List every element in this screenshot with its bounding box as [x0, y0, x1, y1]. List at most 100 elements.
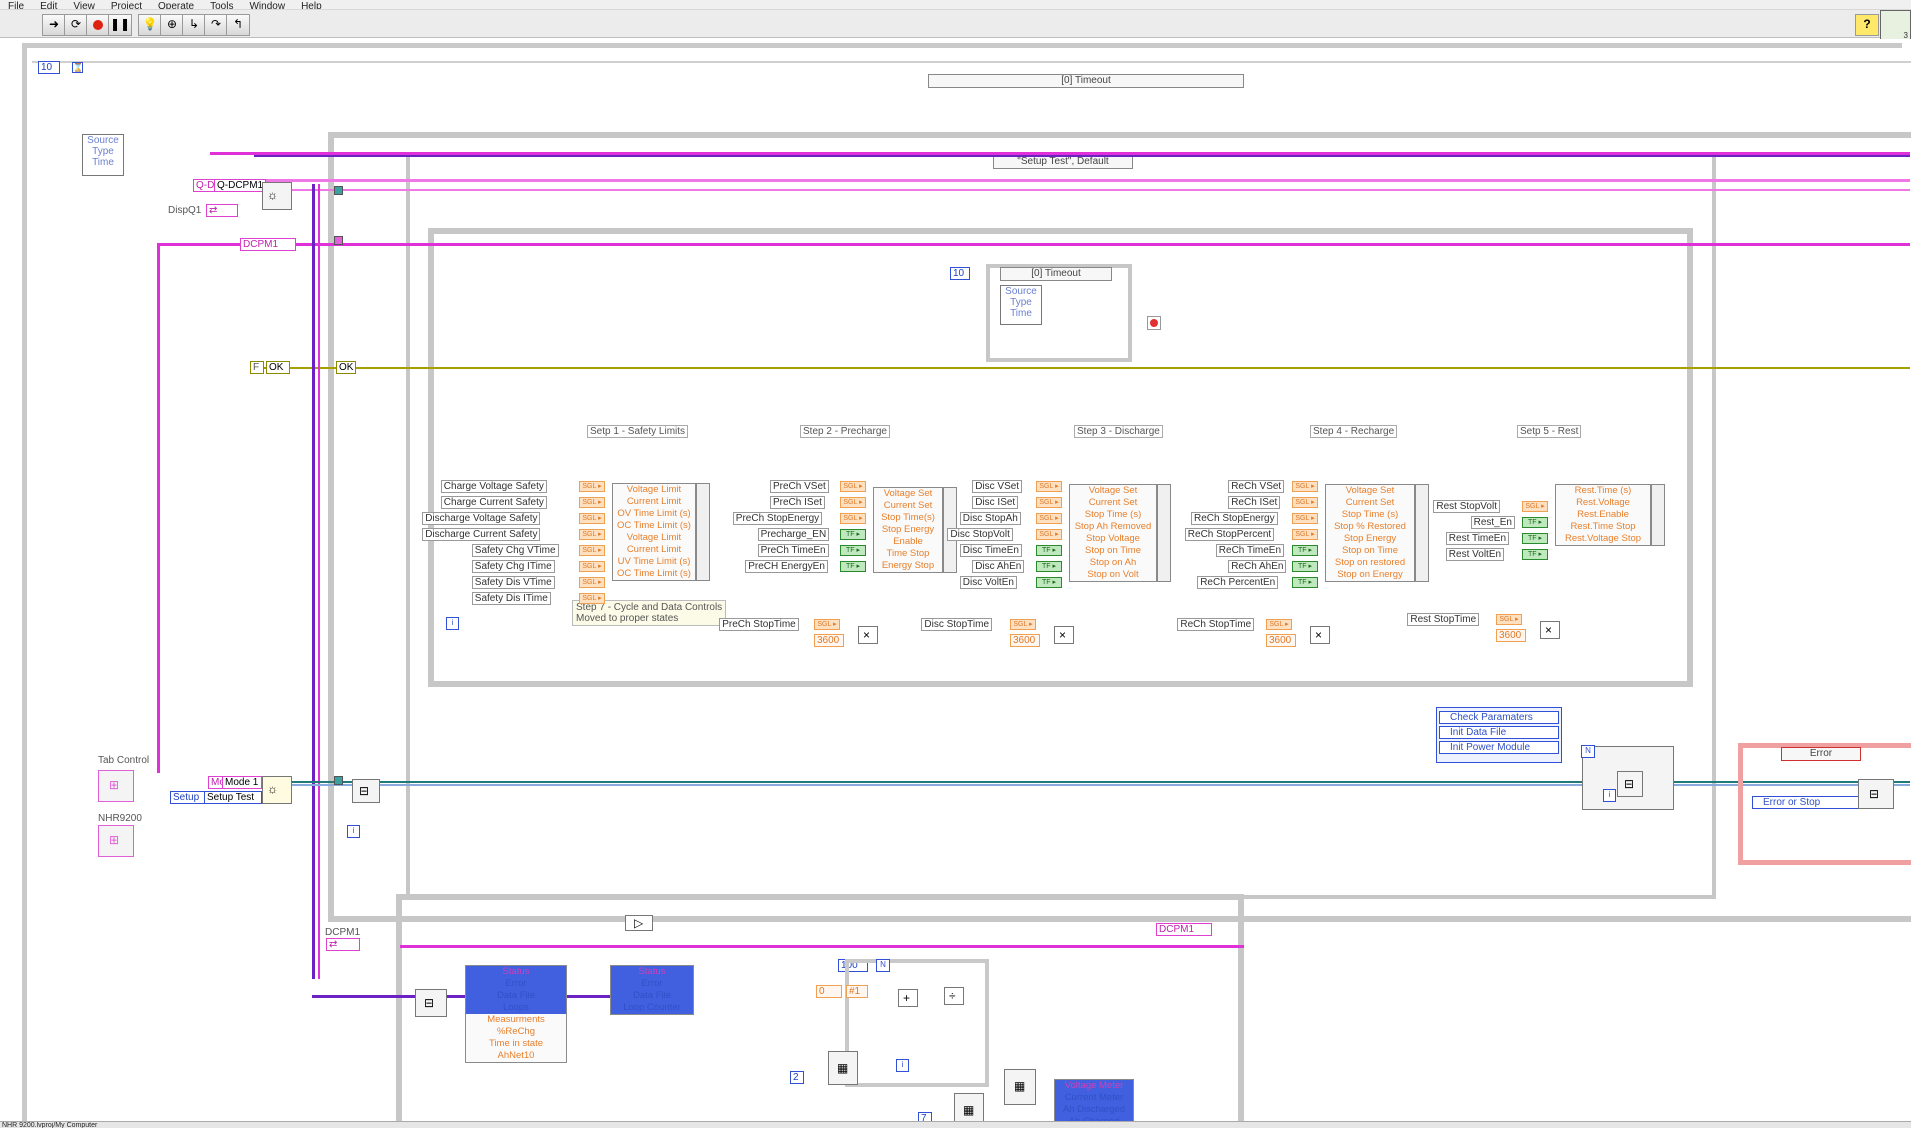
step-3-input[interactable]: Disc VSet	[972, 480, 1023, 493]
unbundle-left-row: %ReChg	[496, 1026, 536, 1037]
step-1-input[interactable]: Discharge Current Safety	[422, 528, 541, 541]
step-4-input[interactable]: ReCh ISet	[1228, 496, 1281, 509]
tab-control-terminal[interactable]: ⊞	[98, 770, 134, 802]
step-4-3600[interactable]: 3600	[1266, 634, 1296, 647]
step-2-input[interactable]: PreCH EnergyEn	[745, 560, 828, 573]
mode-const[interactable]: Mode 1	[222, 776, 262, 789]
menu-project[interactable]: Project	[111, 2, 142, 10]
queue-ref-const[interactable]: Q-DCPM1	[214, 179, 266, 192]
menu-window[interactable]: Window	[249, 2, 285, 10]
step-1-input[interactable]: Safety Dis VTime	[471, 576, 555, 589]
lower-dcpm-right[interactable]: DCPM1	[1156, 923, 1212, 936]
step-3-input[interactable]: Disc VoltEn	[959, 576, 1017, 589]
step-3-3600[interactable]: 3600	[1010, 634, 1040, 647]
lower-dcpm-ref[interactable]: ⇄	[326, 938, 360, 951]
setup-enum-const[interactable]: Setup Test	[204, 791, 262, 804]
step-4-input[interactable]: ReCh StopEnergy	[1191, 512, 1278, 525]
const-zero[interactable]: 0	[816, 985, 842, 998]
step-5-input[interactable]: Rest TimeEn	[1445, 532, 1510, 545]
step-1-input[interactable]: Safety Chg VTime	[471, 544, 559, 557]
stop-button-icon[interactable]	[1147, 316, 1161, 330]
step-4-stop-time[interactable]: ReCh StopTime	[1177, 618, 1255, 631]
step-4-input[interactable]: ReCh AhEn	[1228, 560, 1287, 573]
case-selector[interactable]: "Setup Test", Default	[993, 155, 1133, 169]
step-3-stop-time[interactable]: Disc StopTime	[921, 618, 993, 631]
error-case-selector[interactable]: Error	[1781, 747, 1861, 761]
step-3-input[interactable]: Disc TimeEn	[959, 544, 1022, 557]
step-1-input[interactable]: Charge Current Safety	[440, 496, 547, 509]
tunnel-1	[334, 186, 343, 195]
event-data-type: Type	[92, 146, 114, 157]
help-icon[interactable]: ?	[1855, 14, 1879, 36]
step-5-input[interactable]: Rest StopVolt	[1433, 500, 1500, 513]
enqueue-node: ☼	[262, 776, 292, 804]
compare-node: ▷	[625, 915, 653, 931]
nhr-terminal[interactable]: ⊞	[98, 825, 134, 857]
const-two[interactable]: 2	[790, 1071, 804, 1084]
run-continuously-icon[interactable]: ⟳	[64, 14, 88, 36]
step-5-stop-time[interactable]: Rest StopTime	[1407, 613, 1480, 626]
step-4-terminal: SGL ▸	[1292, 481, 1318, 492]
step-2-input[interactable]: PreCh VSet	[770, 480, 829, 493]
error-stop-enum[interactable]: Error or Stop	[1752, 796, 1864, 809]
step-title-1: Setp 1 - Safety Limits	[587, 425, 689, 438]
step-5-field: Rest.Time (s)	[1574, 485, 1632, 496]
menu-tools[interactable]: Tools	[210, 2, 233, 10]
step-2-input[interactable]: PreCh TimeEn	[757, 544, 829, 557]
abort-icon[interactable]	[86, 14, 110, 36]
event-selector[interactable]: [0] Timeout	[928, 74, 1244, 88]
menu-file[interactable]: File	[8, 2, 24, 10]
menu-view[interactable]: View	[73, 2, 95, 10]
next-states-array[interactable]: Check Paramaters Init Data File Init Pow…	[1436, 707, 1562, 763]
inner-event-selector[interactable]: [0] Timeout	[1000, 267, 1112, 281]
highlight-execution-icon[interactable]: 💡	[138, 14, 162, 36]
step-2-terminal: SGL ▸	[840, 481, 866, 492]
step-4-input[interactable]: ReCh VSet	[1228, 480, 1285, 493]
step-2-3600[interactable]: 3600	[814, 634, 844, 647]
step-2-input[interactable]: PreCh ISet	[770, 496, 825, 509]
step-5-input[interactable]: Rest_En	[1470, 516, 1515, 529]
step-3-input[interactable]: Disc StopVolt	[947, 528, 1013, 541]
divide-icon: ÷	[949, 989, 956, 1003]
step-1-input[interactable]: Charge Voltage Safety	[440, 480, 547, 493]
step-4-input[interactable]: ReCh TimeEn	[1215, 544, 1285, 557]
block-diagram[interactable]: 10 ⌛ [0] Timeout Source Type Time "Setup…	[0, 39, 1911, 1121]
step-4-input[interactable]: ReCh StopPercent	[1184, 528, 1275, 541]
ok-bool-const[interactable]: F	[250, 361, 264, 374]
step-1-input[interactable]: Safety Chg ITime	[471, 560, 555, 573]
toolbar: ➜ ⟳ ❚❚ 💡 ⊕ ↳ ↷ ↰ ? 3	[0, 10, 1911, 48]
inner-loop-const[interactable]: 10	[950, 267, 970, 280]
step-4-input[interactable]: ReCh PercentEn	[1197, 576, 1279, 589]
unbundle-right-row: Error	[611, 978, 693, 990]
dcpm-ref-const[interactable]: DCPM1	[240, 238, 296, 251]
loop-count-const[interactable]: 10	[38, 61, 60, 74]
step-5-input[interactable]: Rest VoltEn	[1445, 548, 1505, 561]
step-out-icon[interactable]: ↰	[226, 14, 250, 36]
next-state-1[interactable]: Check Paramaters	[1439, 711, 1559, 724]
step-2-input[interactable]: Precharge_EN	[757, 528, 830, 541]
run-arrow-icon[interactable]: ➜	[42, 14, 66, 36]
step-3-input[interactable]: Disc StopAh	[959, 512, 1021, 525]
step-5-3600[interactable]: 3600	[1496, 629, 1526, 642]
bundle-bar-5	[1651, 484, 1665, 546]
pause-icon[interactable]: ❚❚	[108, 14, 132, 36]
lower-unbundle-icon: ⊟	[424, 996, 435, 1010]
step-over-icon[interactable]: ↷	[204, 14, 228, 36]
const-seven[interactable]: 7	[918, 1112, 932, 1121]
ok-const[interactable]: OK	[266, 361, 290, 374]
step-2-stop-time[interactable]: PreCh StopTime	[719, 618, 799, 631]
step-2-input[interactable]: PreCh StopEnergy	[732, 512, 823, 525]
step-3-input[interactable]: Disc ISet	[972, 496, 1019, 509]
next-state-3[interactable]: Init Power Module	[1439, 741, 1559, 754]
menu-edit[interactable]: Edit	[40, 2, 57, 10]
disp-queue-const[interactable]: ⇄	[206, 204, 238, 217]
retain-wire-values-icon[interactable]: ⊕	[160, 14, 184, 36]
menu-operate[interactable]: Operate	[158, 2, 194, 10]
step-1-input[interactable]: Discharge Voltage Safety	[422, 512, 541, 525]
next-state-2[interactable]: Init Data File	[1439, 726, 1559, 739]
step-3-input[interactable]: Disc AhEn	[972, 560, 1025, 573]
step-into-icon[interactable]: ↳	[182, 14, 206, 36]
queue-wire-vertical	[312, 184, 315, 979]
menu-help[interactable]: Help	[301, 2, 322, 10]
step-1-input[interactable]: Safety Dis ITime	[471, 592, 551, 605]
